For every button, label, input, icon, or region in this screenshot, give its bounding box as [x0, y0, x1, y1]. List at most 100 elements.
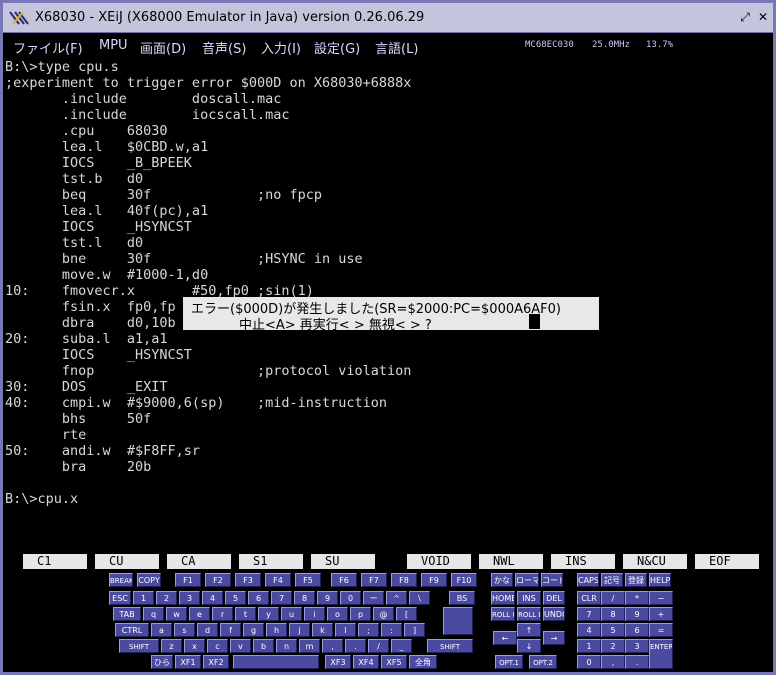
key-m-r4-7[interactable]: m: [299, 639, 320, 653]
key-w-r2-2[interactable]: w: [166, 607, 187, 621]
menu-mpu[interactable]: MPU: [99, 38, 128, 53]
key-1-r4-14[interactable]: 1: [577, 639, 601, 653]
key-f1-r0-2[interactable]: F1: [175, 573, 201, 587]
key-ins-r1-16[interactable]: INS: [517, 591, 541, 605]
key-sym-r2-11[interactable]: @: [373, 607, 394, 621]
key-3-r1-3[interactable]: 3: [179, 591, 200, 605]
menu-screen[interactable]: 画面(D): [140, 38, 186, 57]
error-dialog[interactable]: エラー($000D)が発生しました(SR=$2000:PC=$000A6AF0)…: [183, 297, 599, 333]
key-0-r1-10[interactable]: 0: [340, 591, 361, 605]
key-l-r3-9[interactable]: l: [335, 623, 356, 637]
key-sym-r1-11[interactable]: ー: [363, 591, 384, 605]
key-tab-r2-0[interactable]: TAB: [113, 607, 141, 621]
key-roll-up-r2-13[interactable]: ROLL UP: [491, 607, 515, 621]
key-break-r0-0[interactable]: BREAK: [109, 573, 133, 587]
key-c-r4-3[interactable]: c: [207, 639, 228, 653]
key-sym-r4-11[interactable]: _: [391, 639, 412, 653]
key-sym-r1-12[interactable]: ^: [386, 591, 407, 605]
key-sym-r3-13[interactable]: ←: [493, 631, 517, 645]
key-sym-r3-14[interactable]: ↑: [517, 623, 541, 637]
key-xf3-r5-3[interactable]: XF3: [325, 655, 351, 669]
key-sym-r0-16[interactable]: 記号: [601, 573, 623, 587]
key-r-r2-4[interactable]: r: [212, 607, 233, 621]
key-z-r4-1[interactable]: z: [161, 639, 182, 653]
key-4-r3-16[interactable]: 4: [577, 623, 601, 637]
key-sym-r3-15[interactable]: →: [543, 631, 565, 645]
key-3-r4-16[interactable]: 3: [625, 639, 649, 653]
key-i-r2-8[interactable]: i: [304, 607, 325, 621]
key-x-r4-2[interactable]: x: [184, 639, 205, 653]
key-f3-r0-4[interactable]: F3: [235, 573, 261, 587]
key-enter-r4-17[interactable]: ENTER: [649, 639, 673, 669]
key-h-r3-6[interactable]: h: [266, 623, 287, 637]
key-sym-r2-19[interactable]: +: [649, 607, 673, 621]
menu-language[interactable]: 言語(L): [375, 38, 418, 57]
key-d-r3-3[interactable]: d: [197, 623, 218, 637]
key-sym-r0-14[interactable]: コード: [541, 573, 563, 587]
key-copy-r0-1[interactable]: COPY: [137, 573, 161, 587]
key-xf1-r5-1[interactable]: XF1: [175, 655, 201, 669]
key-sym-r3-10[interactable]: ;: [358, 623, 379, 637]
key-sym-r4-13[interactable]: ↓: [517, 639, 541, 653]
key-f5-r0-6[interactable]: F5: [295, 573, 321, 587]
key-sym-r5-6[interactable]: 全角: [409, 655, 437, 669]
key-sym-r0-12[interactable]: かな: [491, 573, 513, 587]
key-g-r3-5[interactable]: g: [243, 623, 264, 637]
key-b-r4-5[interactable]: b: [253, 639, 274, 653]
key-sym-r1-19[interactable]: /: [601, 591, 625, 605]
key-o-r2-9[interactable]: o: [327, 607, 348, 621]
virtual-keyboard[interactable]: BREAK COPY F1 F2 F3 F4 F5 F6 F7 F8 F9 F10 かなローマコード CA…: [3, 571, 773, 672]
key-xf5-r5-5[interactable]: XF5: [381, 655, 407, 669]
key-sym-r4-9[interactable]: .: [345, 639, 366, 653]
key-f8-r0-9[interactable]: F8: [391, 573, 417, 587]
spacebar[interactable]: [233, 655, 319, 669]
key-5-r1-5[interactable]: 5: [225, 591, 246, 605]
key-f2-r0-3[interactable]: F2: [205, 573, 231, 587]
key-sym-r1-20[interactable]: *: [625, 591, 649, 605]
key-f6-r0-7[interactable]: F6: [331, 573, 357, 587]
key-xf2-r5-2[interactable]: XF2: [203, 655, 229, 669]
key-y-r2-6[interactable]: y: [258, 607, 279, 621]
key-8-r2-17[interactable]: 8: [601, 607, 625, 621]
key-sym-r3-12[interactable]: ]: [404, 623, 425, 637]
return-key[interactable]: [443, 607, 473, 635]
key-caps-r0-15[interactable]: CAPS: [577, 573, 599, 587]
key-f9-r0-10[interactable]: F9: [421, 573, 447, 587]
key-7-r1-7[interactable]: 7: [271, 591, 292, 605]
key-t-r2-5[interactable]: t: [235, 607, 256, 621]
key-8-r1-8[interactable]: 8: [294, 591, 315, 605]
key-sym-r5-10[interactable]: ,: [601, 655, 625, 669]
key-clr-r1-18[interactable]: CLR: [577, 591, 601, 605]
key-opt-2-r5-8[interactable]: OPT.2: [529, 655, 557, 669]
key-sym-r2-12[interactable]: [: [396, 607, 417, 621]
key-home-r1-15[interactable]: HOME: [491, 591, 515, 605]
key-v-r4-4[interactable]: v: [230, 639, 251, 653]
menu-file[interactable]: ファイル(F): [13, 38, 83, 57]
key-sym-r4-8[interactable]: ,: [322, 639, 343, 653]
key-n-r4-6[interactable]: n: [276, 639, 297, 653]
key-sym-r1-13[interactable]: \: [409, 591, 430, 605]
key-1-r1-1[interactable]: 1: [133, 591, 154, 605]
key-k-r3-8[interactable]: k: [312, 623, 333, 637]
key-shift-r4-12[interactable]: SHIFT: [427, 639, 473, 653]
key-roll-down-r2-14[interactable]: ROLL DOWN: [517, 607, 541, 621]
close-icon[interactable]: ✕: [755, 10, 771, 25]
key-5-r3-17[interactable]: 5: [601, 623, 625, 637]
key-sym-r1-21[interactable]: −: [649, 591, 673, 605]
key-help-r0-18[interactable]: HELP: [649, 573, 671, 587]
key-u-r2-7[interactable]: u: [281, 607, 302, 621]
key-a-r3-1[interactable]: a: [151, 623, 172, 637]
key-undo-r2-15[interactable]: UNDO: [543, 607, 565, 621]
key-2-r1-2[interactable]: 2: [156, 591, 177, 605]
key-6-r3-18[interactable]: 6: [625, 623, 649, 637]
key-4-r1-4[interactable]: 4: [202, 591, 223, 605]
key-sym-r5-11[interactable]: .: [625, 655, 649, 669]
emulator-screen[interactable]: B:\>type cpu.s ;experiment to trigger er…: [3, 59, 773, 549]
key-f4-r0-5[interactable]: F4: [265, 573, 291, 587]
key-sym-r5-0[interactable]: ひら: [151, 655, 173, 669]
restore-icon[interactable]: ⤢: [737, 10, 753, 25]
key-0-r5-9[interactable]: 0: [577, 655, 601, 669]
key-opt-1-r5-7[interactable]: OPT.1: [495, 655, 523, 669]
key-ctrl-r3-0[interactable]: CTRL: [115, 623, 149, 637]
key-6-r1-6[interactable]: 6: [248, 591, 269, 605]
